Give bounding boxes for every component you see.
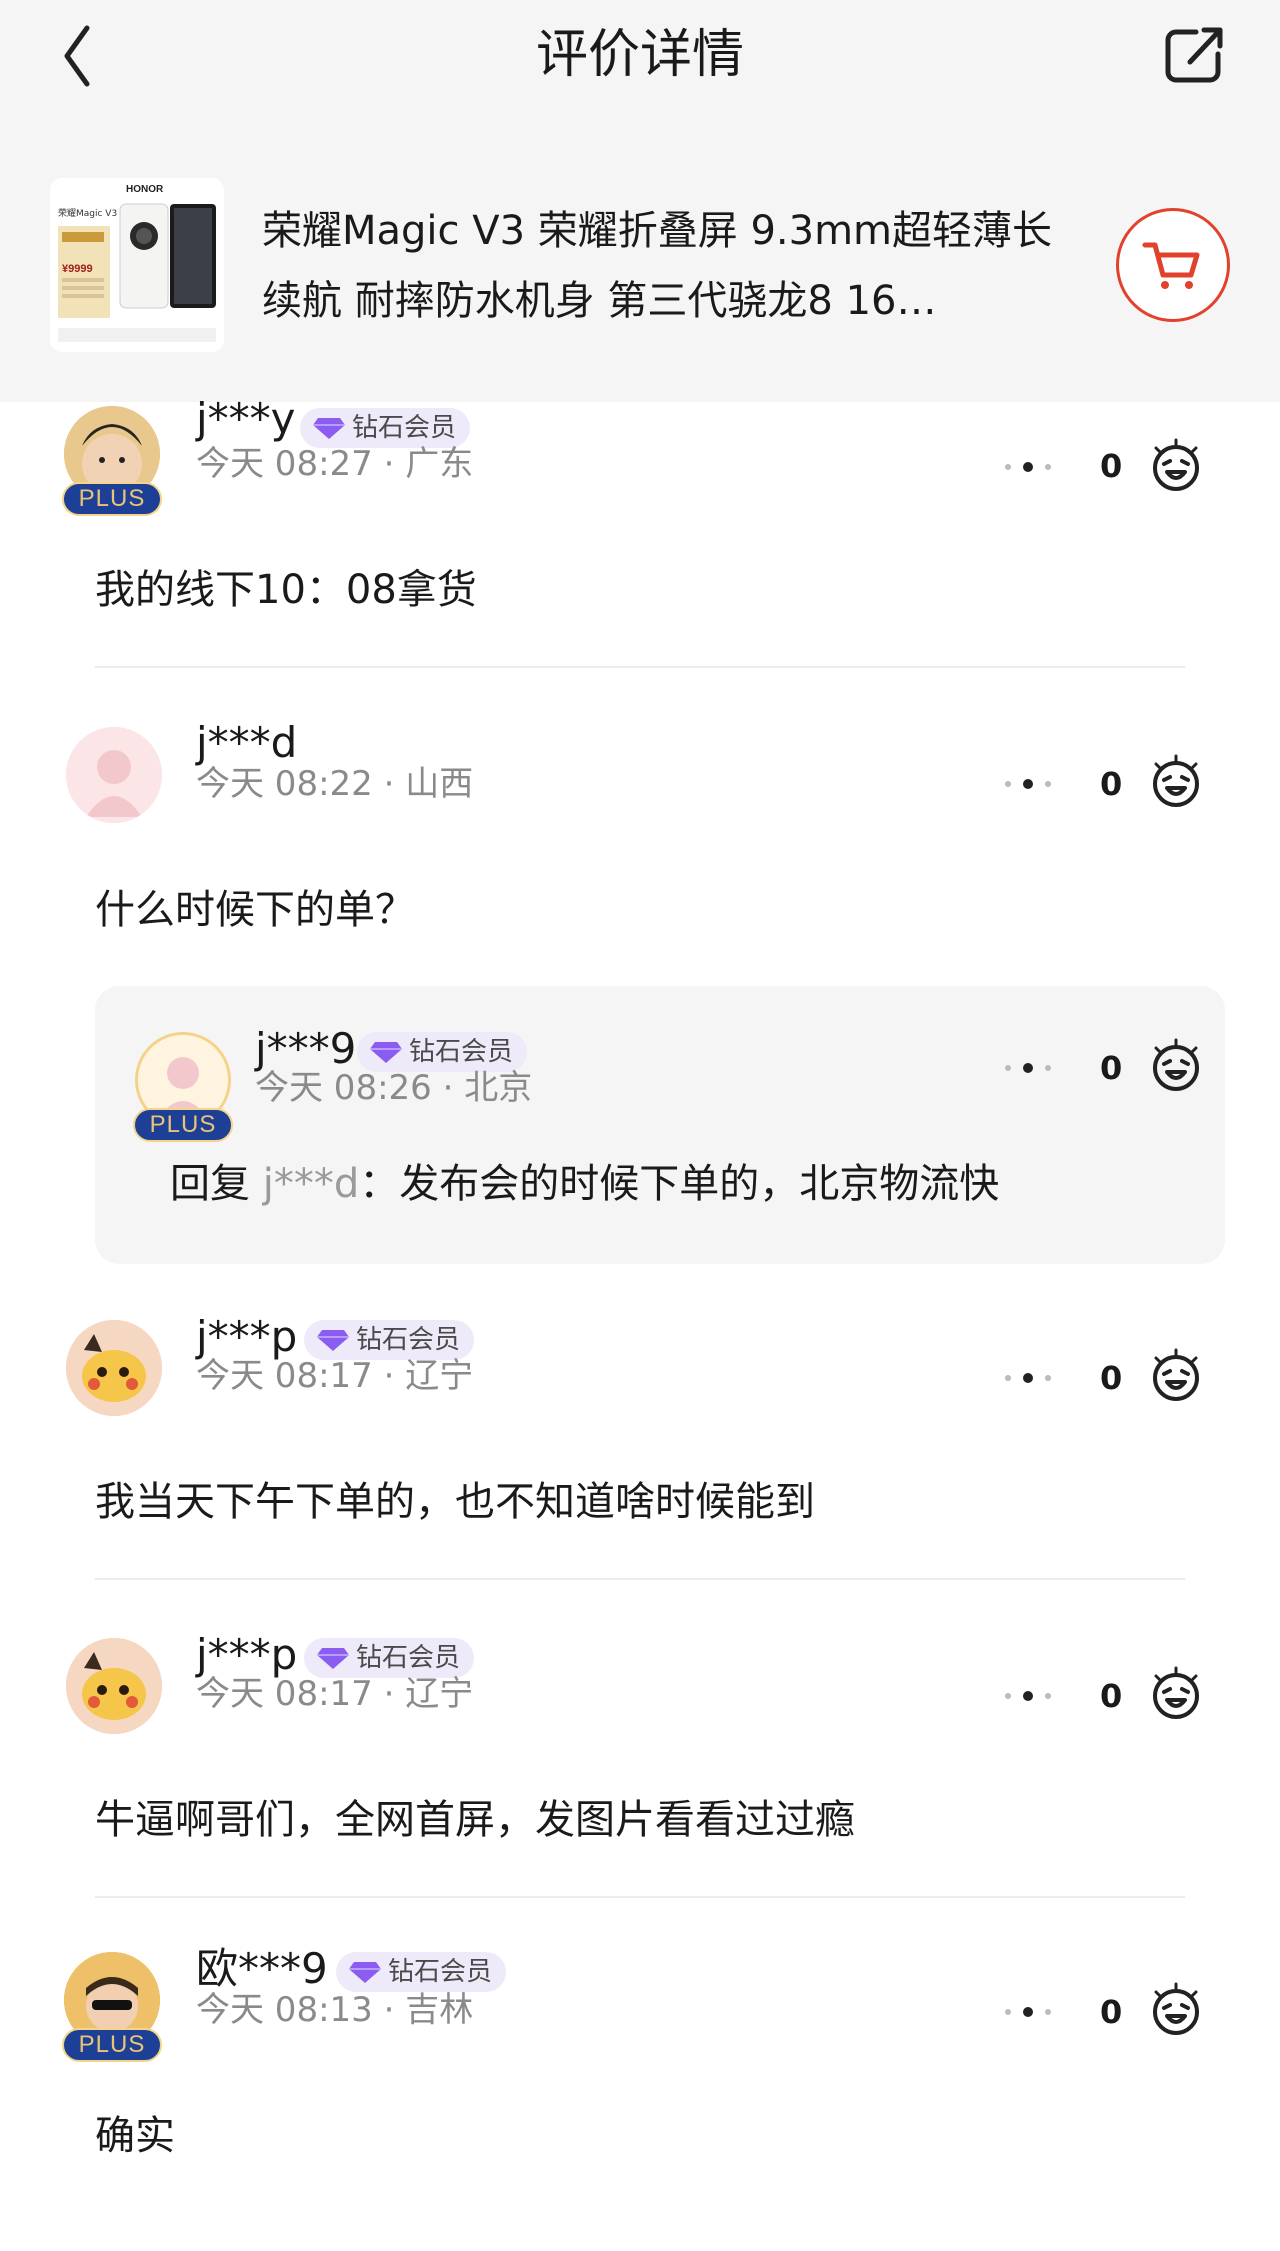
vip-badge: 钻石会员 [336, 1952, 507, 1992]
comment-text: 牛逼啊哥们，全网首屏，发图片看看过过瘾 [95, 1797, 855, 1843]
divider [95, 1896, 1185, 1898]
diamond-icon [370, 1042, 402, 1063]
like-count: 0 [1100, 1049, 1123, 1087]
like-icon[interactable] [1148, 1348, 1204, 1404]
avatar[interactable] [66, 727, 162, 823]
vip-label: 钻石会员 [388, 1957, 493, 1987]
product-card[interactable]: HONOR 荣耀Magic V3 ¥9999 荣耀Magic V3 荣耀折叠屏 … [0, 130, 1280, 402]
like-icon[interactable] [1148, 754, 1204, 810]
like-icon[interactable] [1148, 1038, 1204, 1094]
avatar[interactable]: PLUS [62, 406, 162, 516]
divider [95, 666, 1185, 668]
like-icon[interactable] [1148, 1666, 1204, 1722]
share-button[interactable] [1160, 22, 1230, 88]
share-icon [1165, 27, 1223, 83]
vip-label: 钻石会员 [356, 1325, 461, 1355]
brand-label: HONOR [126, 184, 164, 195]
top-nav-bar: 评价详情 [0, 0, 1280, 130]
comment-meta: 今天 08:26 · 北京 [255, 1068, 533, 1108]
more-icon[interactable] [1000, 2002, 1056, 2022]
model-label: 荣耀Magic V3 [58, 207, 117, 219]
comment-meta: 今天 08:22 · 山西 [196, 764, 474, 804]
product-thumbnail[interactable]: HONOR 荣耀Magic V3 ¥9999 [50, 178, 224, 352]
diamond-icon [317, 1648, 349, 1669]
plus-badge: PLUS [62, 2028, 162, 2062]
avatar[interactable] [66, 1320, 162, 1416]
avatar[interactable] [66, 1638, 162, 1734]
divider [95, 1578, 1185, 1580]
username[interactable]: 欧***9 [196, 1944, 328, 1994]
plus-badge: PLUS [133, 1108, 233, 1142]
username[interactable]: j***y [196, 394, 296, 444]
reply-text: 回复 j***d：发布会的时候下单的，北京物流快 [170, 1156, 999, 1212]
like-count: 0 [1100, 447, 1123, 485]
like-icon[interactable] [1148, 1982, 1204, 2038]
cart-icon [1142, 242, 1200, 289]
more-icon[interactable] [1000, 457, 1056, 477]
reply-prefix: 回复 [170, 1161, 263, 1207]
vip-label: 钻石会员 [356, 1643, 461, 1673]
reply-box: PLUS j***9 钻石会员 今天 08:26 · 北京 0 回复 j***d… [95, 986, 1225, 1264]
comment-meta: 今天 08:27 · 广东 [196, 444, 474, 484]
username[interactable]: j***d [196, 718, 297, 768]
like-icon[interactable] [1148, 438, 1204, 494]
more-icon[interactable] [1000, 1368, 1056, 1388]
plus-badge: PLUS [62, 482, 162, 516]
comment-text: 我的线下10：08拿货 [95, 567, 477, 613]
comment-text: 什么时候下的单？ [95, 887, 415, 933]
more-icon[interactable] [1000, 1686, 1056, 1706]
like-count: 0 [1100, 1993, 1123, 2031]
vip-label: 钻石会员 [409, 1037, 514, 1067]
avatar[interactable]: PLUS [133, 1032, 233, 1142]
avatar[interactable]: PLUS [62, 1952, 162, 2062]
page-title: 评价详情 [535, 25, 744, 85]
diamond-icon [317, 1330, 349, 1351]
price-label: ¥9999 [62, 263, 93, 275]
more-icon[interactable] [1000, 774, 1056, 794]
comment-text: 我当天下午下单的，也不知道啥时候能到 [95, 1479, 815, 1525]
comment-meta: 今天 08:17 · 辽宁 [196, 1674, 474, 1714]
reply-body: ：发布会的时候下单的，北京物流快 [359, 1161, 1000, 1207]
comment-meta: 今天 08:17 · 辽宁 [196, 1356, 474, 1396]
comment-meta: 今天 08:13 · 吉林 [196, 1990, 474, 2030]
product-title[interactable]: 荣耀Magic V3 荣耀折叠屏 9.3mm超轻薄长续航 耐摔防水机身 第三代骁… [262, 196, 1082, 336]
more-icon[interactable] [1000, 1058, 1056, 1078]
diamond-icon [313, 418, 345, 439]
comment-text: 确实 [95, 2113, 175, 2159]
vip-label: 钻石会员 [352, 413, 457, 443]
like-count: 0 [1100, 1359, 1123, 1397]
like-count: 0 [1100, 1677, 1123, 1715]
like-count: 0 [1100, 765, 1123, 803]
add-to-cart-button[interactable] [1116, 208, 1230, 322]
reply-target-user[interactable]: j***d [263, 1161, 360, 1207]
diamond-icon [349, 1962, 381, 1983]
